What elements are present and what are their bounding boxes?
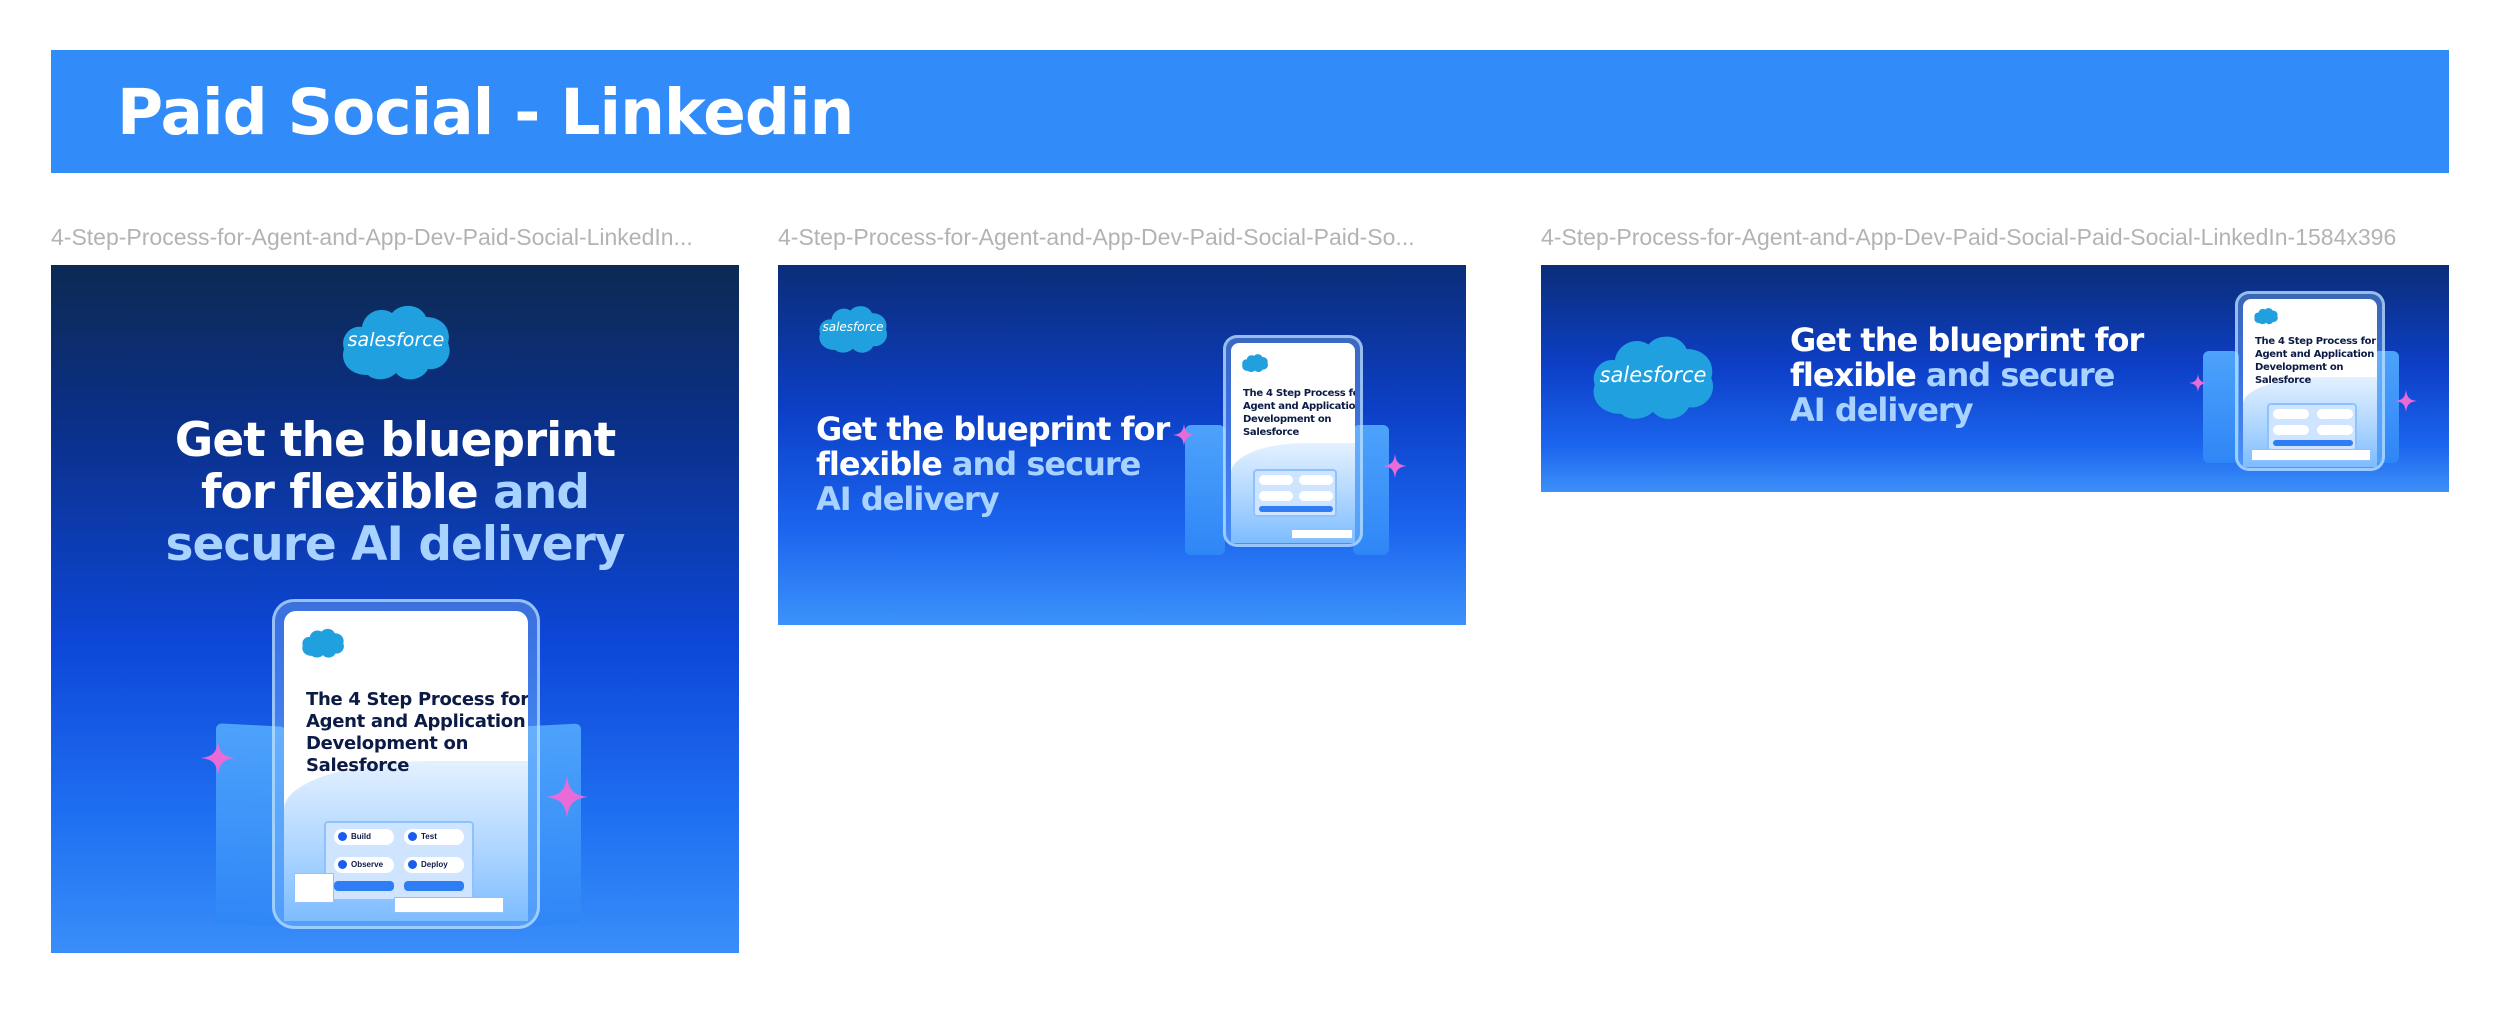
- flow-step-2-label: Test: [421, 832, 437, 841]
- sparkle-icon: [1383, 453, 1407, 479]
- section-header: Paid Social - Linkedin: [51, 50, 2449, 173]
- ebook-title: The 4 Step Process for Agent and Applica…: [1243, 387, 1355, 439]
- ebook-page: The 4 Step Process for Agent and Applica…: [284, 611, 528, 921]
- sparkle-icon: [546, 775, 588, 819]
- flow-step-4: [1299, 491, 1333, 501]
- ad-headline: Get the blueprint for flexible and secur…: [816, 410, 1170, 518]
- mini-toolbar: [2251, 449, 2371, 461]
- headline-line-1: Get the blueprint: [174, 413, 616, 468]
- mini-cloud-icon: [2253, 307, 2279, 325]
- headline-line-2: flexible and secure: [1790, 358, 2143, 393]
- ebook-title-line-1: The 4 Step Process for: [2255, 336, 2376, 347]
- headline-line-2-white: for flexible: [201, 465, 494, 520]
- flow-step-2: [1299, 475, 1333, 485]
- headline-line-3: secure AI delivery: [165, 517, 626, 572]
- flow-step-1: [2273, 409, 2309, 419]
- ebook-title: The 4 Step Process for Agent and Applica…: [306, 689, 528, 777]
- headline-line-2-light: and secure: [1925, 356, 2115, 394]
- frame-label-banner[interactable]: 4-Step-Process-for-Agent-and-App-Dev-Pai…: [1541, 224, 2451, 254]
- mini-tray: [294, 873, 334, 903]
- flow-step-4: [2317, 425, 2353, 435]
- headline-line-2: for flexible and: [51, 467, 739, 519]
- headline-line-1: Get the blueprint for: [816, 410, 1170, 448]
- ebook-device: The 4 Step Process for Agent and Applica…: [2189, 291, 2419, 491]
- ebook-title-line-4: Salesforce: [2255, 375, 2311, 386]
- sparkle-icon: [2189, 373, 2207, 393]
- flow-bar-left: [334, 881, 394, 891]
- ebook-title-line-2: Agent and Application: [306, 711, 526, 732]
- side-panel-left: [2203, 351, 2239, 463]
- flow-step-2: Test: [404, 829, 464, 845]
- ebook-page: The 4 Step Process for Agent and Applica…: [1231, 343, 1355, 543]
- ebook-title-line-2: Agent and Application: [2255, 349, 2375, 360]
- ebook-title-line-1: The 4 Step Process for: [1243, 388, 1355, 399]
- headline-line-3: AI delivery: [816, 480, 1000, 518]
- ebook-title-line-2: Agent and Application: [1243, 401, 1355, 412]
- headline-line-2: flexible and secure: [816, 447, 1169, 482]
- flow-step-3: Observe: [334, 857, 394, 873]
- sparkle-icon: [2395, 389, 2417, 413]
- headline-line-2-white: flexible: [816, 445, 952, 483]
- salesforce-logo: salesforce: [1588, 331, 1718, 423]
- section-title: Paid Social - Linkedin: [117, 76, 854, 149]
- headline-line-2-white: flexible: [1790, 356, 1926, 394]
- flow-step-3-label: Observe: [351, 860, 384, 869]
- frame-label-wide[interactable]: 4-Step-Process-for-Agent-and-App-Dev-Pai…: [778, 224, 1466, 254]
- flow-step-4: Deploy: [404, 857, 464, 873]
- ebook-device: The 4 Step Process for Agent and Applica…: [201, 595, 601, 953]
- flow-diagram: [1253, 469, 1337, 517]
- sparkle-icon: [201, 740, 235, 776]
- salesforce-logo: salesforce: [338, 301, 454, 383]
- mini-cloud-icon: [1241, 353, 1269, 373]
- flow-step-1-label: Build: [351, 832, 371, 841]
- flow-step-3: [2273, 425, 2309, 435]
- ebook-title-line-3: Development on: [2255, 362, 2344, 373]
- ebook-title-line-4: Salesforce: [306, 755, 410, 776]
- step-dot-icon: [338, 860, 347, 870]
- headline-line-3: AI delivery: [1790, 391, 1974, 429]
- ebook-title: The 4 Step Process for Agent and Applica…: [2255, 335, 2376, 387]
- headline-line-2-light: and: [493, 465, 590, 520]
- flow-bar: [1259, 506, 1333, 512]
- flow-diagram: Build Test Observe Deploy: [324, 821, 474, 901]
- ebook-title-line-3: Development on: [1243, 414, 1332, 425]
- sparkle-icon: [1173, 423, 1195, 447]
- mini-cloud-icon: [300, 627, 346, 659]
- flow-bar-right: [404, 881, 464, 891]
- logo-text: salesforce: [347, 329, 445, 351]
- ad-square[interactable]: salesforce Get the blueprint for flexibl…: [51, 265, 739, 953]
- mini-toolbar: [1291, 529, 1353, 539]
- ebook-device: The 4 Step Process for Agent and Applica…: [1173, 335, 1413, 615]
- mini-toolbar: [394, 897, 504, 913]
- step-dot-icon: [408, 860, 417, 870]
- frame-label-square[interactable]: 4-Step-Process-for-Agent-and-App-Dev-Pai…: [51, 224, 739, 254]
- flow-step-1: [1259, 475, 1293, 485]
- flow-bar: [2273, 440, 2353, 446]
- flow-step-1: Build: [334, 829, 394, 845]
- logo-text: salesforce: [1599, 363, 1707, 387]
- salesforce-logo: salesforce: [816, 303, 890, 355]
- headline-line-1: Get the blueprint for: [1790, 321, 2144, 359]
- flow-diagram: [2267, 403, 2357, 451]
- ebook-title-line-4: Salesforce: [1243, 427, 1299, 438]
- ebook-title-line-3: Development on: [306, 733, 469, 754]
- ebook-title-line-1: The 4 Step Process for: [306, 689, 528, 710]
- ad-headline: Get the blueprint for flexible and secur…: [51, 415, 739, 571]
- flow-step-2: [2317, 409, 2353, 419]
- logo-text: salesforce: [822, 320, 884, 334]
- ad-banner[interactable]: salesforce Get the blueprint for flexibl…: [1541, 265, 2449, 492]
- ad-wide[interactable]: salesforce Get the blueprint for flexibl…: [778, 265, 1466, 625]
- ebook-page: The 4 Step Process for Agent and Applica…: [2243, 299, 2377, 467]
- step-dot-icon: [408, 832, 417, 842]
- flow-step-4-label: Deploy: [421, 860, 448, 869]
- step-dot-icon: [338, 832, 347, 842]
- headline-line-2-light: and secure: [951, 445, 1141, 483]
- ad-headline: Get the blueprint for flexible and secur…: [1790, 321, 2144, 429]
- flow-step-3: [1259, 491, 1293, 501]
